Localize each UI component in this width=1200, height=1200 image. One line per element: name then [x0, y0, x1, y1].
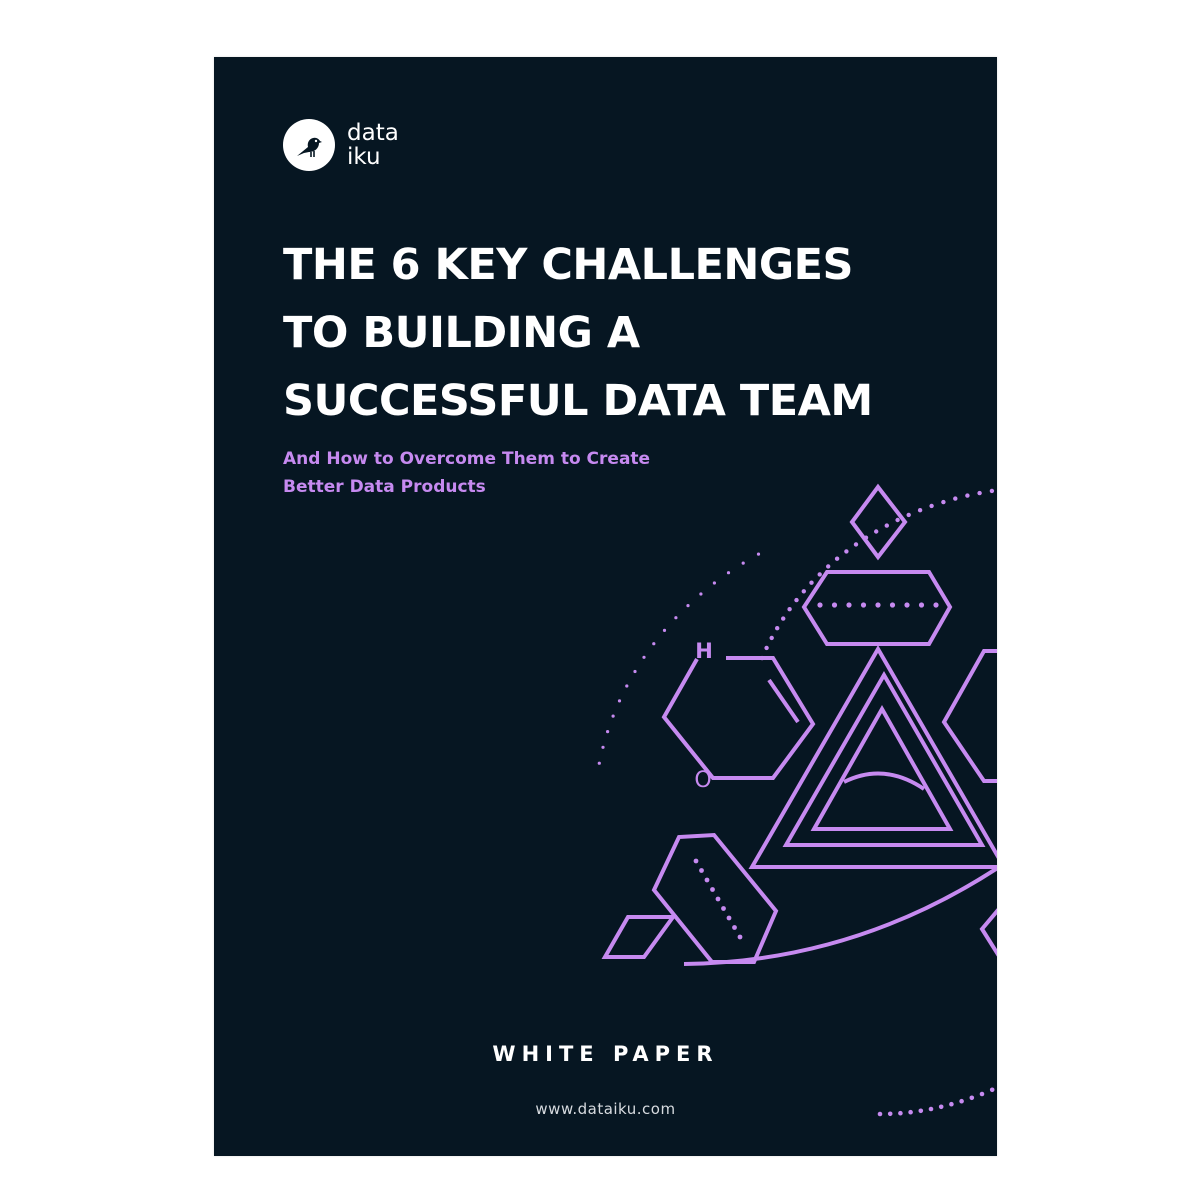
title-line-3: SUCCESSFUL DATA TEAM — [283, 376, 873, 426]
bottom-bar-dot — [726, 915, 732, 921]
hex-bar-dot — [831, 602, 838, 608]
document-type-label: WHITE PAPER — [492, 1042, 719, 1066]
arc-dot — [817, 572, 822, 577]
hex-bar-dot — [860, 602, 867, 608]
bottom-bar-dot — [721, 906, 726, 911]
arc-dot — [989, 1087, 995, 1093]
logo-wordmark: data iku — [347, 121, 399, 169]
arc-dot — [686, 604, 690, 608]
subtitle-line-1: And How to Overcome Them to Create — [283, 449, 651, 469]
arc-dot — [617, 699, 622, 703]
arc-dot — [787, 607, 792, 612]
logo-line-2: iku — [347, 144, 381, 170]
arc-dot — [965, 493, 970, 498]
bottom-bar-dot — [710, 887, 715, 892]
arc-dot — [895, 517, 900, 523]
geometric-illustration: H O — [214, 57, 997, 1156]
logo-line-1: data — [347, 120, 399, 146]
bottom-bar-dot — [699, 868, 704, 873]
hex-bar-dot — [817, 602, 823, 608]
arc-dot — [809, 580, 814, 585]
arc-dot — [906, 512, 911, 518]
bottom-bar-dot — [704, 877, 710, 883]
arc-dot — [977, 490, 982, 496]
arc-dot — [662, 628, 667, 633]
arc-dot — [826, 564, 831, 569]
arc-dot — [769, 635, 774, 641]
hex-bar-dots — [817, 602, 939, 608]
bottom-bar-dot — [737, 934, 743, 940]
molecule-h-label: H — [695, 639, 713, 663]
arc-dot — [597, 761, 601, 765]
arc-dot — [606, 730, 610, 734]
title-line-2: TO BUILDING A — [283, 308, 640, 358]
arc-dot — [726, 571, 731, 575]
arc-dot — [929, 503, 934, 509]
molecule-o-label: O — [694, 768, 711, 793]
arc-dot — [712, 581, 716, 585]
white-paper-cover: H O data iku THE 6 KEY CHALLENGES TO BUI… — [214, 57, 997, 1156]
bird-icon — [283, 119, 335, 171]
arc-dot — [781, 616, 786, 621]
arc-dot — [989, 488, 995, 494]
subtitle-line-2: Better Data Products — [283, 477, 486, 497]
page-title: THE 6 KEY CHALLENGES TO BUILDING A SUCCE… — [283, 231, 973, 435]
arc-dot — [611, 714, 615, 718]
arc-dot — [633, 669, 637, 674]
hex-bar-dot — [889, 602, 896, 608]
subtitle: And How to Overcome Them to Create Bette… — [283, 445, 650, 501]
arc-dot — [801, 589, 806, 594]
hex-bar-dot — [918, 602, 925, 608]
arc-dot — [699, 592, 703, 596]
arc-dot — [764, 645, 769, 651]
bottom-bar-dot — [715, 896, 721, 902]
arc-dot — [601, 745, 605, 749]
title-line-1: THE 6 KEY CHALLENGES — [283, 240, 853, 290]
arc-dot — [941, 499, 946, 505]
dataiku-logo: data iku — [283, 119, 399, 171]
hex-bar-dot — [875, 602, 881, 608]
arc-dot — [953, 496, 958, 501]
arc-dot — [652, 642, 656, 646]
arc-dot — [625, 684, 629, 688]
arc-dot — [884, 523, 889, 528]
hex-bar-dot — [933, 602, 939, 608]
arc-dot — [674, 616, 678, 620]
arc-dot — [844, 549, 849, 554]
arc-dot — [794, 597, 799, 603]
hex-bar-dot — [904, 602, 910, 608]
arc-dot — [741, 561, 745, 565]
arc-dot — [979, 1091, 985, 1097]
arc-dot — [874, 529, 879, 534]
website-link[interactable]: www.dataiku.com — [214, 1100, 997, 1118]
bird-icon-graphic — [297, 137, 322, 157]
arc-dot — [775, 626, 780, 631]
hex-bar-dot — [846, 602, 852, 608]
arc-dot — [642, 655, 646, 659]
bottom-bar-dot — [693, 858, 699, 864]
arc-dot — [917, 508, 923, 513]
bottom-bar-dot — [732, 925, 737, 930]
arc-dot — [834, 556, 840, 561]
arc-dot — [756, 552, 761, 556]
arc-dot — [853, 542, 859, 547]
